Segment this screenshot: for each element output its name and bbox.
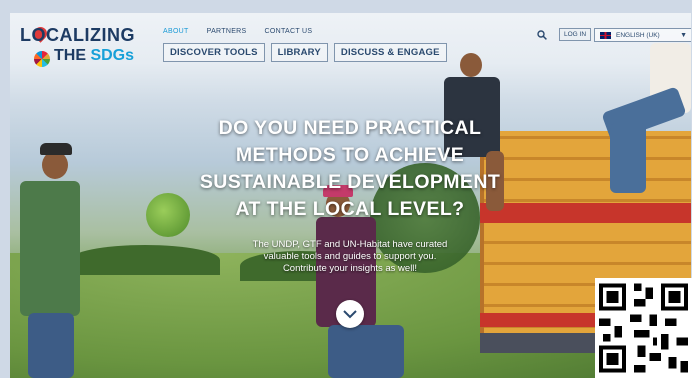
scroll-down-button[interactable] [336, 300, 364, 328]
hero-subtitle-line: The UNDP, GTF and UN-Habitat have curate… [252, 239, 448, 250]
site-logo[interactable]: LOCALIZING THE SDGs [20, 25, 150, 69]
main-nav: DISCOVER TOOLS LIBRARY DISCUSS & ENGAGE [163, 43, 447, 62]
topnav-about[interactable]: ABOUT [163, 28, 189, 35]
hero-subtitle-line: valuable tools and guides to support you… [263, 251, 437, 262]
hero-title: DO YOU NEED PRACTICAL METHODS TO ACHIEVE… [150, 115, 550, 223]
sdg-wheel-icon [34, 51, 50, 67]
topnav-partners[interactable]: PARTNERS [207, 28, 247, 35]
page-frame: LOCALIZING THE SDGs ABOUT PARTNERS CONTA… [10, 13, 691, 378]
logo-text-line2: THE SDGs [54, 47, 135, 64]
hero-title-line: SUSTAINABLE DEVELOPMENT [199, 171, 501, 193]
uk-flag-icon [600, 31, 611, 39]
hero-subtitle-line: Contribute your insights as well! [282, 263, 418, 274]
discover-tools-button[interactable]: DISCOVER TOOLS [163, 43, 265, 62]
login-button[interactable]: LOG IN [559, 28, 592, 41]
top-nav: ABOUT PARTNERS CONTACT US [163, 28, 312, 35]
search-icon[interactable] [537, 30, 547, 40]
chevron-down-icon [343, 309, 357, 318]
hero-title-line: DO YOU NEED PRACTICAL [218, 117, 482, 139]
language-label: ENGLISH (UK) [616, 31, 660, 39]
hero-subtitle: The UNDP, GTF and UN-Habitat have curate… [200, 239, 500, 275]
library-button[interactable]: LIBRARY [270, 43, 328, 62]
language-select[interactable]: ENGLISH (UK) ▼ [594, 28, 691, 42]
site-header: LOCALIZING THE SDGs ABOUT PARTNERS CONTA… [10, 13, 691, 77]
chevron-down-icon: ▼ [680, 31, 687, 39]
hero-title-line: METHODS TO ACHIEVE [235, 144, 465, 166]
qr-code [595, 278, 692, 378]
logo-text-line1: LOCALIZING [20, 25, 135, 45]
treeline [70, 245, 220, 275]
hero-title-line: AT THE LOCAL LEVEL? [235, 198, 465, 220]
topnav-contact-us[interactable]: CONTACT US [265, 28, 313, 35]
discuss-engage-button[interactable]: DISCUSS & ENGAGE [333, 43, 447, 62]
